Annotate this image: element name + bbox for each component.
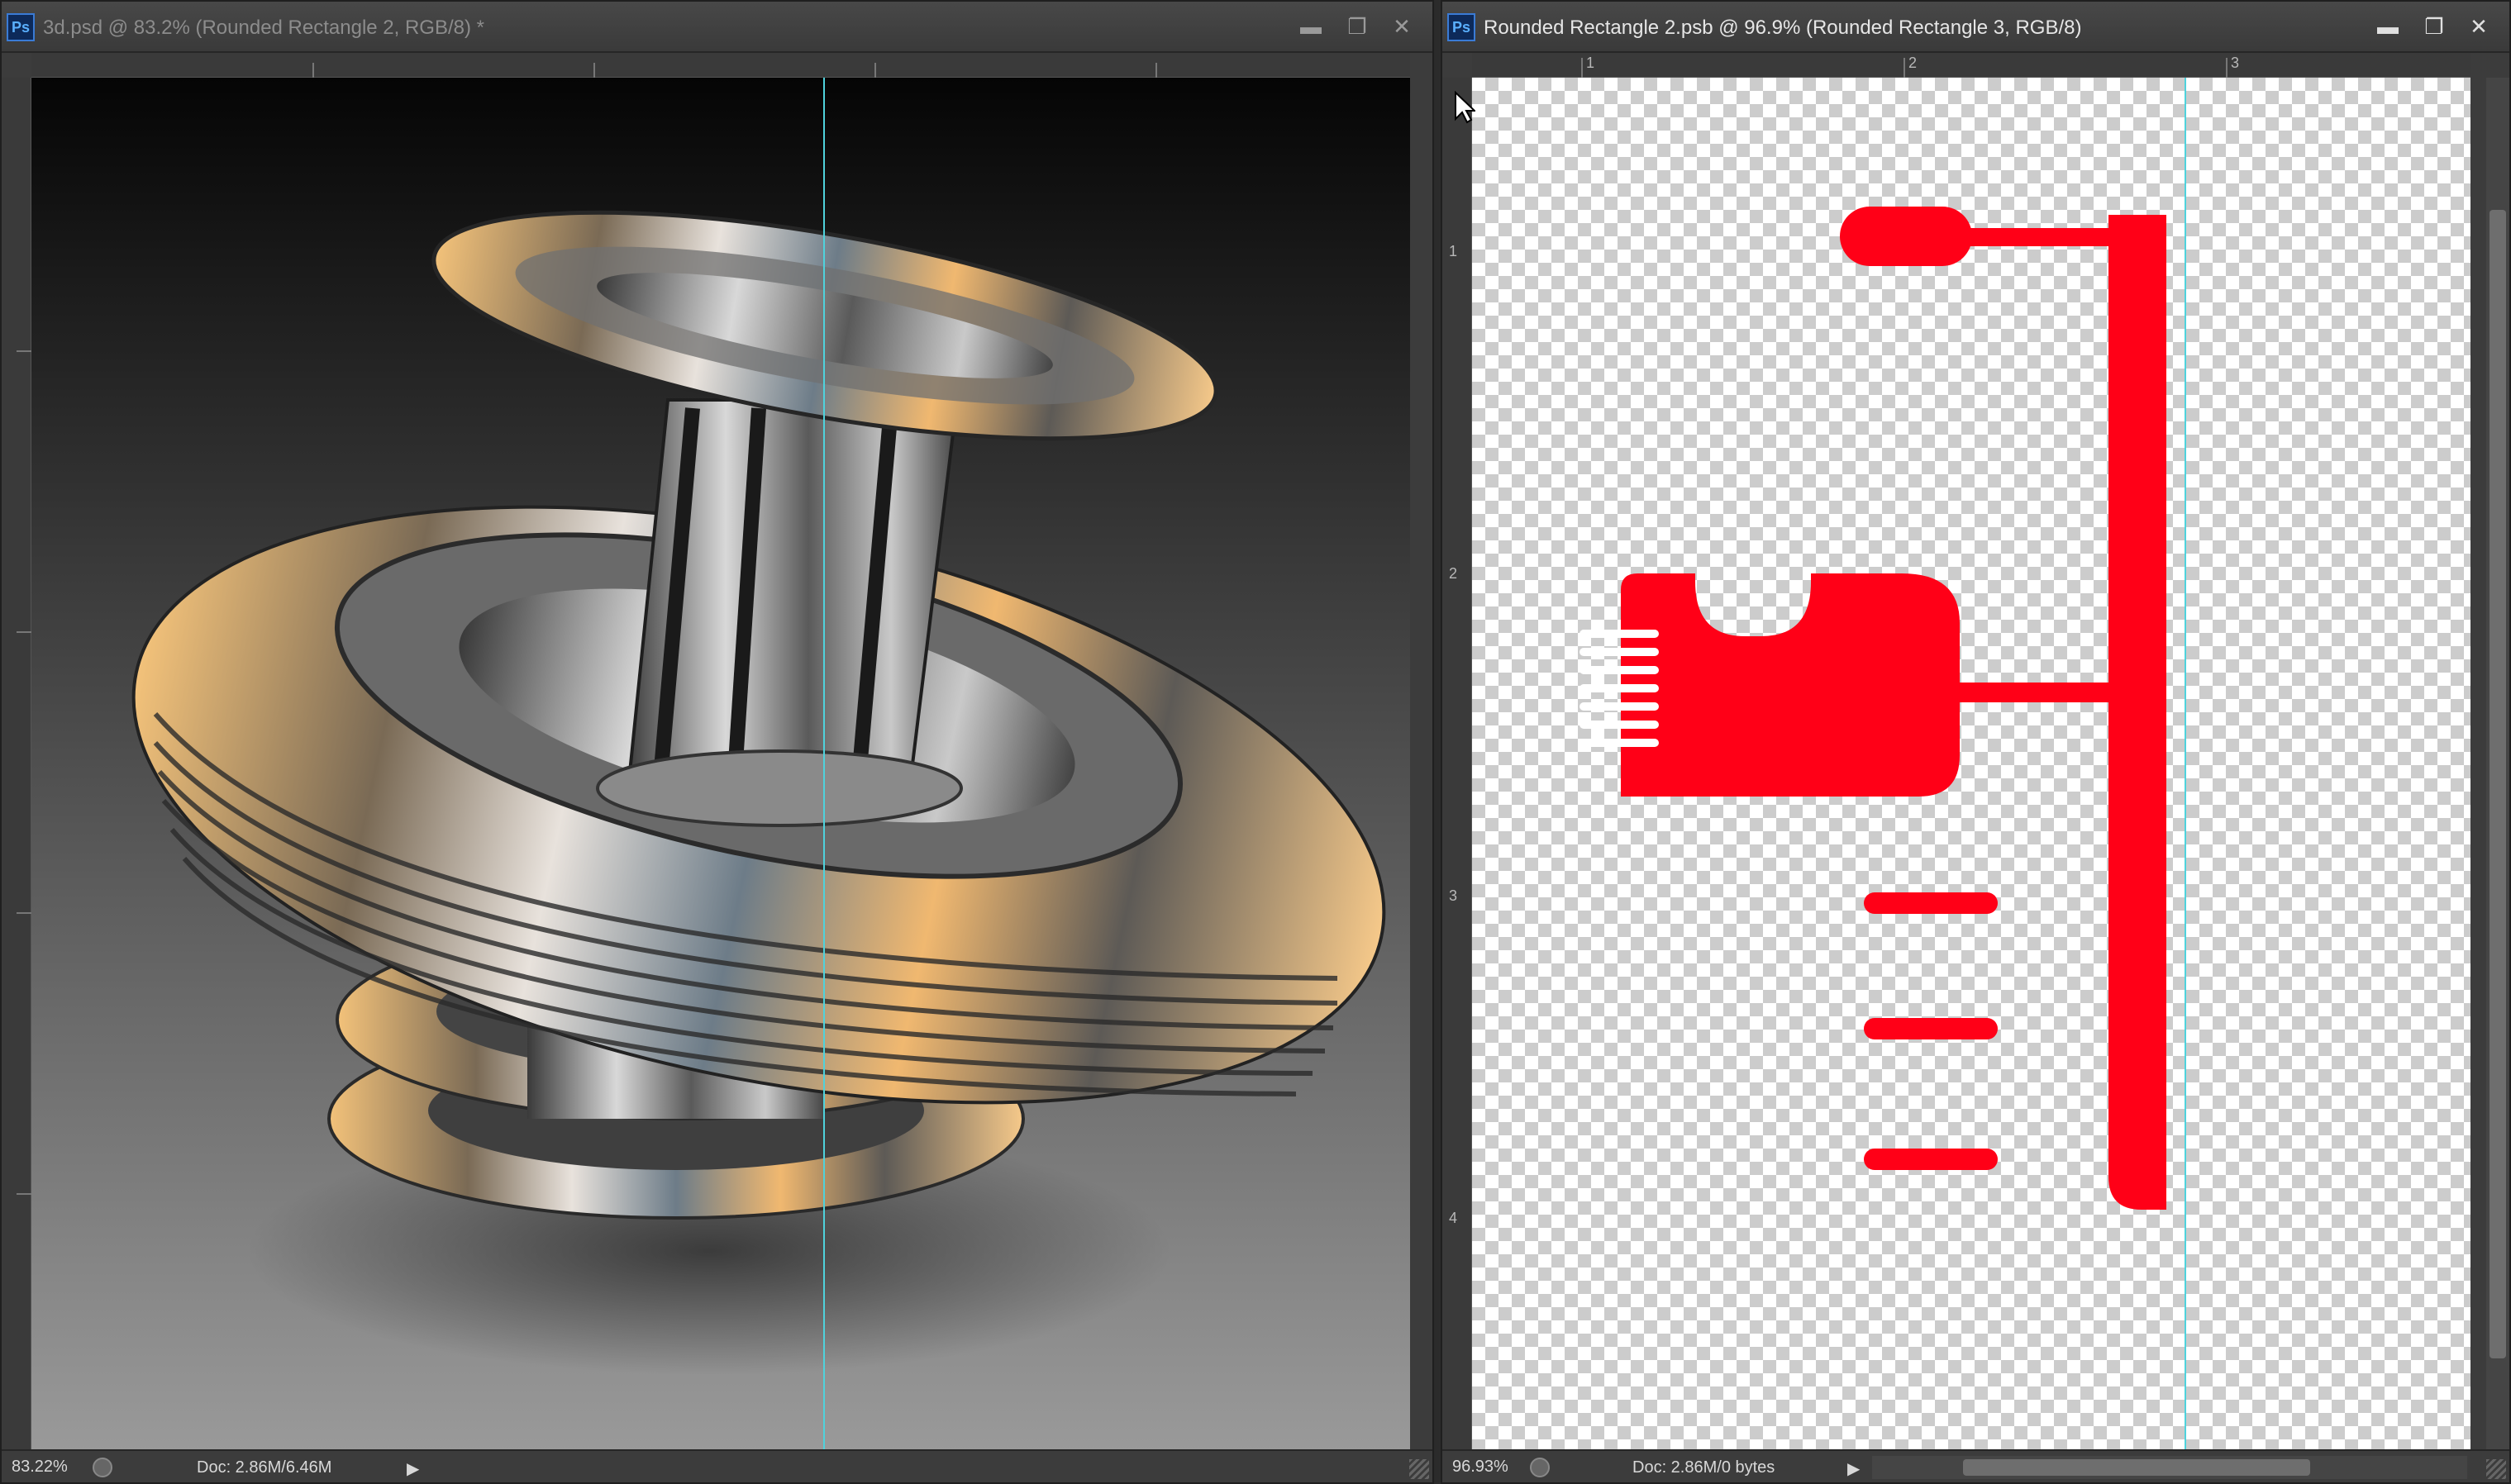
status-bar: 96.93% Doc: 2.86M/0 bytes ▶ xyxy=(1442,1449,2509,1482)
title-bar[interactable]: Ps Rounded Rectangle 2.psb @ 96.9% (Roun… xyxy=(1442,2,2509,53)
document-window-rounded-rectangle[interactable]: Ps Rounded Rectangle 2.psb @ 96.9% (Roun… xyxy=(1441,0,2511,1484)
close-icon[interactable]: ✕ xyxy=(1379,10,1424,43)
play-arrow-icon[interactable]: ▶ xyxy=(1847,1458,1860,1479)
zoom-level[interactable]: 83.22% xyxy=(12,1458,68,1477)
play-arrow-icon[interactable]: ▶ xyxy=(407,1458,419,1479)
horizontal-ruler[interactable] xyxy=(31,53,1410,78)
minimize-icon[interactable]: ▬ xyxy=(2366,10,2410,43)
zoom-level[interactable]: 96.93% xyxy=(1452,1458,1508,1477)
status-bar: 83.22% Doc: 2.86M/6.46M ▶ xyxy=(2,1449,1432,1482)
status-info-icon[interactable] xyxy=(93,1458,112,1477)
ruler-label: 1 xyxy=(1586,55,1595,71)
vertical-guide[interactable] xyxy=(2185,78,2186,1453)
ruler-label: 2 xyxy=(1908,55,1918,71)
scroll-thumb[interactable] xyxy=(1963,1459,2310,1476)
ruler-label: 3 xyxy=(2231,55,2240,71)
restore-icon[interactable]: ❐ xyxy=(2412,10,2456,43)
ruler-label: 3 xyxy=(1449,887,1458,904)
ruler-label: 1 xyxy=(1449,243,1458,259)
horizontal-scrollbar[interactable] xyxy=(1872,1456,2467,1479)
doc-size: Doc: 2.86M/0 bytes xyxy=(1632,1458,1775,1477)
doc-size: Doc: 2.86M/6.46M xyxy=(197,1458,332,1477)
document-canvas[interactable] xyxy=(31,78,1410,1453)
close-icon[interactable]: ✕ xyxy=(2456,10,2501,43)
horizontal-ruler[interactable]: 1 2 3 xyxy=(1472,53,2470,78)
status-info-icon[interactable] xyxy=(1530,1458,1550,1477)
minimize-icon[interactable]: ▬ xyxy=(1289,10,1333,43)
resize-grip-icon[interactable] xyxy=(2486,1459,2506,1479)
ruler-label: 2 xyxy=(1449,565,1458,582)
title-bar[interactable]: Ps 3d.psd @ 83.2% (Rounded Rectangle 2, … xyxy=(2,2,1432,53)
vertical-scrollbar[interactable] xyxy=(2486,78,2509,1453)
arrow-cursor-icon xyxy=(1455,91,1475,124)
document-window-3d[interactable]: Ps 3d.psd @ 83.2% (Rounded Rectangle 2, … xyxy=(0,0,1434,1484)
restore-icon[interactable]: ❐ xyxy=(1335,10,1379,43)
ps-app-icon: Ps xyxy=(7,13,35,41)
vertical-ruler[interactable] xyxy=(2,78,31,1453)
vertical-ruler[interactable]: 1 2 3 4 xyxy=(1442,78,1472,1453)
vertical-guide[interactable] xyxy=(823,78,825,1453)
document-canvas[interactable] xyxy=(1472,78,2470,1453)
scroll-thumb[interactable] xyxy=(2490,210,2506,1358)
window-title: Rounded Rectangle 2.psb @ 96.9% (Rounded… xyxy=(1484,17,2082,39)
ruler-label: 4 xyxy=(1449,1210,1458,1226)
3d-render-image xyxy=(131,210,1386,1375)
red-shape-layer xyxy=(1580,207,2166,1210)
resize-grip-icon[interactable] xyxy=(1409,1459,1429,1479)
window-title: 3d.psd @ 83.2% (Rounded Rectangle 2, RGB… xyxy=(43,17,484,39)
ps-app-icon: Ps xyxy=(1447,13,1475,41)
